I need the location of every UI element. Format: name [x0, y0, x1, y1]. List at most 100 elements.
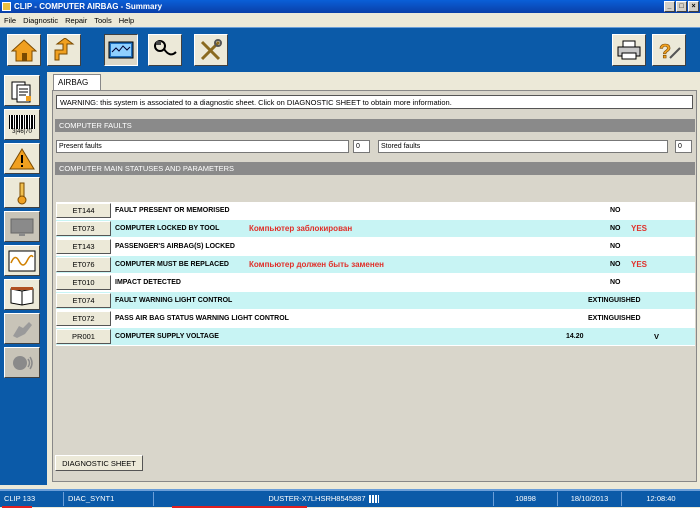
sidebar-item-book[interactable] [4, 279, 40, 310]
computer-faults-header: COMPUTER FAULTS [55, 119, 695, 132]
status-description: IMPACT DETECTED [115, 279, 181, 286]
minimize-button[interactable]: _ [664, 1, 675, 12]
status-value: 14.20 [566, 333, 584, 340]
status-code-button[interactable]: ET143 [56, 239, 111, 254]
home-button[interactable] [7, 34, 41, 66]
tools-button[interactable] [194, 34, 228, 66]
table-row: ET074 FAULT WARNING LIGHT CONTROL EXTING… [56, 292, 695, 310]
menu-help[interactable]: Help [119, 16, 134, 25]
table-row: ET143 PASSENGER'S AIRBAG(S) LOCKED NO [56, 238, 695, 256]
diagnostic-sheet-button[interactable]: DIAGNOSTIC SHEET [55, 455, 143, 471]
window-controls: _ □ × [664, 1, 699, 12]
sidebar-item-screen[interactable] [4, 211, 40, 242]
status-value: NO [610, 207, 621, 214]
status-code-button[interactable]: PR001 [56, 329, 111, 344]
maximize-button[interactable]: □ [676, 1, 687, 12]
print-button[interactable] [612, 34, 646, 66]
status-time: 12:08:40 [646, 494, 676, 503]
table-row: ET072 PASS AIR BAG STATUS WARNING LIGHT … [56, 310, 695, 328]
voice-icon [13, 355, 33, 370]
window-title: CLIP - COMPUTER AIRBAG - Summary [14, 2, 163, 11]
table-row: ET076 COMPUTER MUST BE REPLACED Компьюте… [56, 256, 695, 274]
main-area: AIRBAG WARNING: this system is associate… [47, 72, 700, 485]
status-annotation: Компьютер должен быть заменен [249, 260, 384, 269]
menu-bar: File Diagnostic Repair Tools Help [0, 13, 700, 27]
status-description: FAULT WARNING LIGHT CONTROL [115, 297, 233, 304]
status-code-button[interactable]: ET144 [56, 203, 111, 218]
sidebar-item-warning[interactable] [4, 143, 40, 174]
menu-tools[interactable]: Tools [94, 16, 112, 25]
barcode-icon: 3|46|70 [9, 114, 35, 135]
sidebar-item-voice[interactable] [4, 347, 40, 378]
home-icon [11, 39, 37, 62]
status-code-button[interactable]: ET073 [56, 221, 111, 236]
warning-message: WARNING: this system is associated to a … [56, 95, 693, 109]
oscilloscope-icon [8, 250, 36, 271]
screen-icon [10, 218, 34, 236]
status-value: NO [610, 279, 621, 286]
status-vin: DUSTER-X7LHSRH8545887 [154, 492, 494, 506]
svg-text:?: ? [659, 41, 671, 62]
tab-airbag[interactable]: AIRBAG [53, 74, 101, 91]
present-faults-label: Present faults [56, 140, 349, 153]
printer-icon [617, 40, 641, 60]
status-diag: DIAC_SYNT1 [64, 492, 154, 506]
status-description: PASS AIR BAG STATUS WARNING LIGHT CONTRO… [115, 315, 289, 322]
status-clip: CLIP 133 [0, 492, 64, 506]
thermometer-icon [17, 182, 27, 204]
probe-button[interactable] [148, 34, 182, 66]
menu-repair[interactable]: Repair [65, 16, 87, 25]
measure-icon [108, 41, 134, 59]
measure-button[interactable] [104, 34, 138, 66]
status-date: 18/10/2013 [558, 492, 622, 506]
close-button[interactable]: × [688, 1, 699, 12]
help-button[interactable]: ? [652, 34, 686, 66]
back-icon [54, 38, 75, 61]
status-code-button[interactable]: ET010 [56, 275, 111, 290]
menu-file[interactable]: File [4, 16, 16, 25]
menu-diagnostic[interactable]: Diagnostic [23, 16, 58, 25]
sidebar-item-barcode[interactable]: 3|46|70 [4, 109, 40, 140]
table-row: ET073 COMPUTER LOCKED BY TOOL Компьютер … [56, 220, 695, 238]
status-description: FAULT PRESENT OR MEMORISED [115, 207, 230, 214]
table-row: ET010 IMPACT DETECTED NO [56, 274, 695, 292]
stored-faults-label: Stored faults [378, 140, 668, 153]
status-code: 10898 [494, 492, 558, 506]
left-sidebar: 3|46|70 [0, 72, 47, 485]
present-faults-count: 0 [353, 140, 370, 153]
status-value: NO [610, 243, 621, 250]
status-description: PASSENGER'S AIRBAG(S) LOCKED [115, 243, 235, 250]
tools-icon [200, 39, 222, 61]
stored-faults-count: 0 [675, 140, 692, 153]
status-yes-annotation: YES [631, 260, 648, 269]
app-icon [2, 2, 11, 11]
status-value: EXTINGUISHED [588, 315, 641, 322]
status-unit: V [654, 332, 660, 341]
sidebar-item-oscilloscope[interactable] [4, 245, 40, 276]
book-icon [10, 286, 34, 306]
probe-icon [154, 40, 177, 56]
status-value: NO [610, 225, 621, 232]
status-description: COMPUTER MUST BE REPLACED [115, 261, 229, 268]
statuses-header: COMPUTER MAIN STATUSES AND PARAMETERS [55, 162, 695, 175]
vin-text: DUSTER-X7LHSRH8545887 [268, 494, 366, 503]
status-description: COMPUTER LOCKED BY TOOL [115, 225, 220, 232]
signal-icon [368, 495, 379, 504]
status-code-button[interactable]: ET072 [56, 311, 111, 326]
warning-icon [9, 147, 35, 169]
sidebar-item-hand[interactable] [4, 313, 40, 344]
status-value: NO [610, 261, 621, 268]
status-yes-annotation: YES [631, 224, 648, 233]
status-description: COMPUTER SUPPLY VOLTAGE [115, 333, 219, 340]
status-bar: CLIP 133 DIAC_SYNT1 DUSTER-X7LHSRH854588… [0, 489, 700, 508]
back-button[interactable] [47, 34, 81, 66]
title-bar: CLIP - COMPUTER AIRBAG - Summary _ □ × [0, 0, 700, 13]
table-row: PR001 COMPUTER SUPPLY VOLTAGE 14.20 V [56, 328, 695, 346]
status-code-button[interactable]: ET076 [56, 257, 111, 272]
sidebar-item-document[interactable] [4, 75, 40, 106]
statuses-table: ET144 FAULT PRESENT OR MEMORISED NO ET07… [56, 202, 695, 346]
application-window: CLIP - COMPUTER AIRBAG - Summary _ □ × F… [0, 0, 700, 508]
document-icon [11, 81, 31, 102]
status-code-button[interactable]: ET074 [56, 293, 111, 308]
sidebar-item-thermometer[interactable] [4, 177, 40, 208]
